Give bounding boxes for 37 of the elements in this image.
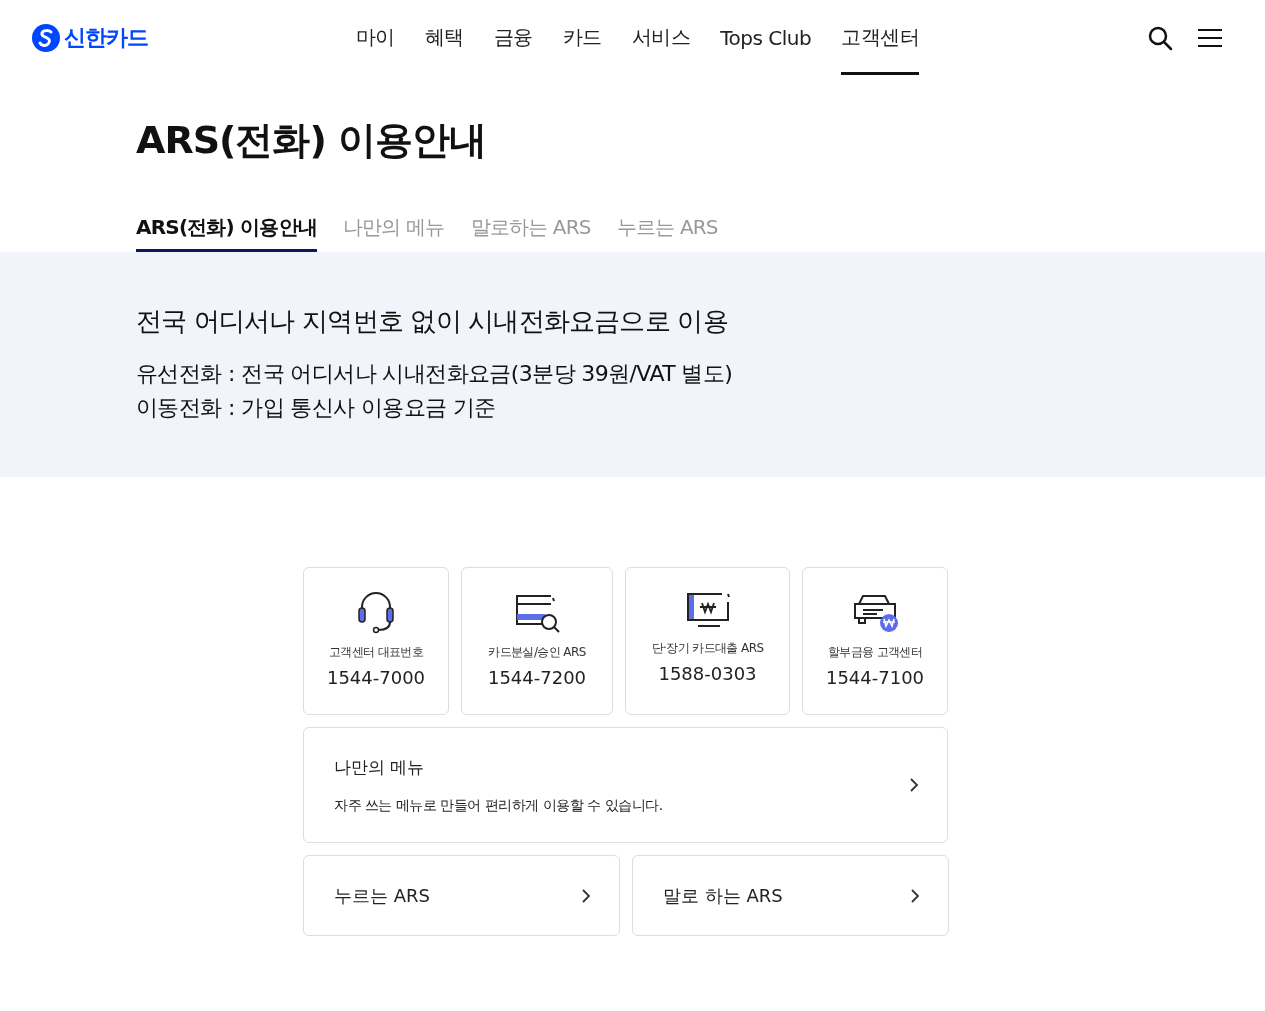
chevron-right-icon [581,887,591,904]
search-icon[interactable] [1147,24,1173,51]
page-title: ARS(전화) 이용안내 [136,117,487,164]
my-menu-title: 나만의 메뉴 [334,755,426,779]
ars-link-card[interactable]: 누르는 ARS [303,855,620,936]
banner-headline: 전국 어디서나 지역번호 없이 시내전화요금으로 이용 [136,305,729,338]
card-label: 고객센터 대표번호 [328,644,424,661]
my-menu-description: 자주 쓰는 메뉴로 만들어 편리하게 이용할 수 있습니다. [334,796,663,815]
nav-link[interactable]: Tops Club [720,0,812,75]
nav-link[interactable]: 마이 [355,0,395,75]
phone-card[interactable]: 고객센터 대표번호 1544-7000 [303,567,449,715]
nav-link[interactable]: 서비스 [631,0,691,75]
link-label: 말로 하는 ARS [663,883,783,908]
nav-link[interactable]: 고객센터 [841,0,920,75]
phone-card[interactable]: 할부금융 고객센터 1544-7100 [802,567,948,715]
phone-number: 1588-0303 [658,663,757,684]
menu-icon[interactable] [1197,27,1223,48]
chevron-right-icon [910,887,920,904]
my-menu-card[interactable]: 나만의 메뉴 자주 쓰는 메뉴로 만들어 편리하게 이용할 수 있습니다. [303,727,948,843]
phone-card[interactable]: 단·장기 카드대출 ARS 1588-0303 [625,567,790,715]
shinhan-card-logo[interactable]: 신한카드 [32,22,332,53]
ars-link-card[interactable]: 말로 하는 ARS [632,855,949,936]
logo-emblem-icon [32,23,60,52]
chevron-right-icon [909,777,919,793]
phone-number: 1544-7100 [825,667,925,688]
phone-number: 1544-7000 [326,667,426,688]
nav-link[interactable]: 혜택 [424,0,464,75]
banner-text: 유선전화 : 전국 어디서나 시내전화요금(3분당 39원/VAT 별도) [136,360,734,388]
card-label: 할부금융 고객센터 [827,644,923,661]
nav-link[interactable]: 카드 [562,0,602,75]
phone-card[interactable]: 카드분실/승인 ARS 1544-7200 [461,567,613,715]
banner-text: 이동전화 : 가입 통신사 이용요금 기준 [136,394,497,422]
card-label: 단·장기 카드대출 ARS [651,640,764,657]
card-label: 카드분실/승인 ARS [488,644,586,661]
phone-number: 1544-7200 [487,667,587,688]
link-label: 누르는 ARS [334,883,430,908]
nav-link[interactable]: 금융 [493,0,533,75]
